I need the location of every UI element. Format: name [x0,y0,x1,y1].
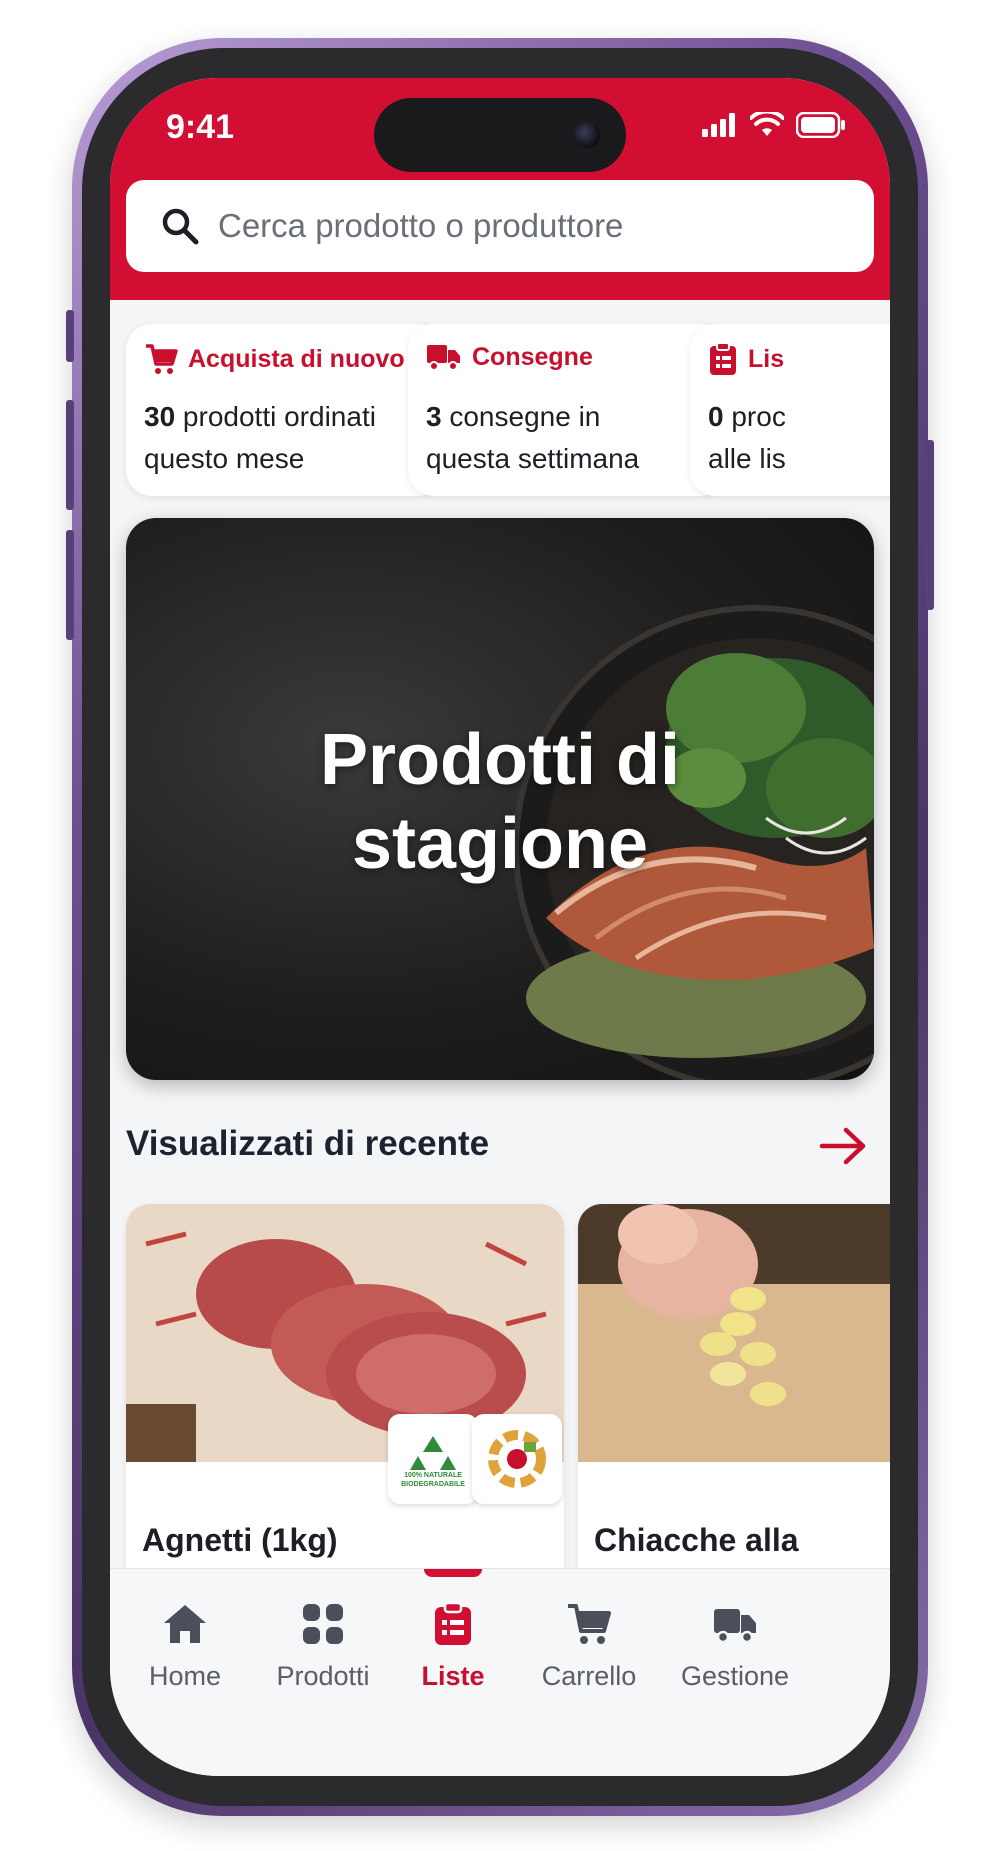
stat-card-reorder[interactable]: Acquista di nuovo 30 prodotti ordinati q… [126,324,444,496]
tab-bar: Home Prodotti Liste Carrello Gestione [110,1568,890,1776]
banner-title-line2: stagione [351,804,649,884]
card-count: 30 [144,401,176,432]
battery-icon [796,112,845,138]
home-icon [164,1605,206,1643]
tab-products[interactable]: Prodotti [248,1569,398,1699]
product-name: Agnetti (1kg) [142,1522,338,1558]
card-body: 3 consegne in questa settimana [426,396,639,480]
banner-title: Prodotti di stagione [126,718,874,886]
signal-icon [702,113,735,137]
tab-label: Carrello [541,1661,637,1691]
card-text-2: alle lis [708,443,786,474]
tab-lists[interactable]: Liste [378,1569,528,1699]
volume-up-button [66,400,74,510]
active-tab-indicator [424,1569,482,1577]
volume-down-button [66,530,74,640]
card-title: Lis [748,344,785,373]
badge-biodegradable: 100% NATURALE BIODEGRADABILE [388,1414,478,1504]
camera-icon [574,122,600,148]
badge-text-2: BIODEGRADABILE [401,1481,465,1488]
stat-card-deliveries[interactable]: Consegne 3 consegne in questa settimana [408,324,726,496]
card-head: Acquista di nuovo [144,342,405,376]
grid-icon [303,1604,343,1644]
tab-label: Prodotti [276,1661,370,1691]
app-screen: 9:41 Cerca prodotto o produttore Acquist… [110,78,890,1776]
product-card[interactable]: Chiacche alla [578,1204,890,1604]
card-body: 30 prodotti ordinati questo mese [144,396,376,480]
status-icons [702,112,846,138]
product-card[interactable]: 100% NATURALE BIODEGRADABILE Agnetti (1k… [126,1204,564,1604]
cart-icon [146,344,178,374]
clipboard-list-icon [435,1601,471,1645]
tab-label: Home [148,1661,222,1691]
stat-cards-row: Acquista di nuovo 30 prodotti ordinati q… [126,324,890,500]
banner-title-line1: Prodotti di [320,720,680,800]
card-text-2: questa settimana [426,443,640,474]
recently-viewed-title: Visualizzati di recente [126,1124,490,1163]
tab-cart[interactable]: Carrello [514,1569,664,1699]
card-count: 0 [708,401,724,432]
power-button [926,440,934,610]
card-text-2: questo mese [144,443,305,474]
card-title: Acquista di nuovo [188,344,405,373]
search-icon [162,208,199,245]
truck-icon [714,1609,756,1644]
badge-regional [472,1414,562,1504]
card-head: Consegne [426,342,593,372]
wifi-icon [750,112,784,136]
product-image [578,1204,890,1462]
status-time: 9:41 [166,108,235,146]
card-text: prodotti ordinati [175,401,376,432]
card-title: Consegne [472,342,593,371]
cart-icon [568,1604,611,1644]
tab-label: Liste [421,1661,485,1691]
card-head: Lis [708,342,784,376]
card-body: 0 proc alle lis [708,396,786,480]
truck-icon [427,345,460,371]
search-bar[interactable] [126,180,874,272]
card-count: 3 [426,401,442,432]
recycle-icon [410,1436,456,1470]
stat-card-lists[interactable]: Lis 0 proc alle lis [690,324,890,496]
arrow-right-icon[interactable] [818,1124,868,1168]
clipboard-icon [710,342,736,375]
badge-text-1: 100% NATURALE [404,1472,462,1479]
tab-label: Gestione [680,1661,790,1691]
product-name: Chiacche alla [594,1522,799,1558]
card-text: consegne in [441,401,601,432]
action-button [66,310,74,362]
tab-home[interactable]: Home [110,1569,260,1699]
seasonal-products-banner[interactable]: Prodotti di stagione [126,518,874,1080]
dynamic-island [374,98,626,172]
tab-management[interactable]: Gestione [660,1569,810,1699]
region-logo-icon [488,1430,546,1488]
card-text: proc [723,401,786,432]
search-input[interactable] [216,206,820,246]
